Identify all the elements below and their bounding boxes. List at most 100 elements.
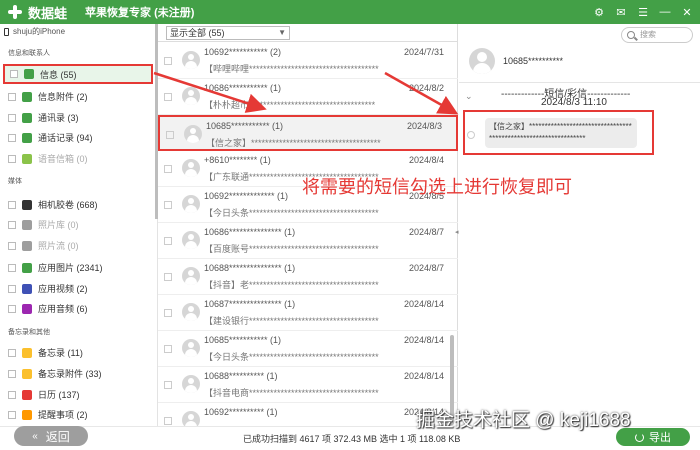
- row-checkbox[interactable]: [164, 93, 172, 101]
- category-sidebar: shuju的iPhone 信息和联系人 信息 (55) 信息附件 (2) 通讯录…: [0, 24, 158, 426]
- row-checkbox[interactable]: [164, 57, 172, 65]
- watermark: 掘金技术社区 @ keji1688: [416, 410, 631, 431]
- row-checkbox[interactable]: [164, 381, 172, 389]
- chevron-down-icon[interactable]: ⌄: [465, 91, 473, 102]
- checkbox[interactable]: [8, 348, 16, 357]
- app-logo: 数据蛙: [6, 3, 67, 22]
- category-app-audio[interactable]: 应用音频 (6): [8, 302, 88, 315]
- minimize-icon[interactable]: —: [656, 3, 674, 21]
- message-preview: 【抖音】老***********************************…: [204, 280, 379, 290]
- category-app-videos[interactable]: 应用视频 (2): [8, 282, 88, 295]
- category-notes[interactable]: 备忘录 (11): [8, 346, 83, 359]
- avatar-icon: [182, 159, 200, 177]
- checkbox[interactable]: [8, 304, 16, 313]
- message-row[interactable]: 10685*********** (1) 2024/8/14 【今日头条****…: [158, 331, 458, 367]
- menu-icon[interactable]: ☰: [634, 3, 652, 21]
- message-detail: 搜索 10685********** ⌄ -------------短信/彩信-…: [459, 24, 700, 426]
- attachment-icon: [22, 91, 32, 102]
- category-contacts[interactable]: 通讯录 (3): [8, 111, 79, 124]
- message-row-selected[interactable]: 10685*********** (1) 2024/8/3 【信之家】*****…: [158, 115, 458, 151]
- category-camera-roll[interactable]: 相机胶卷 (668): [8, 198, 98, 211]
- list-header: 显示全部 (55) ▼: [158, 24, 458, 42]
- row-checkbox[interactable]: [164, 417, 172, 425]
- avatar-icon: [182, 411, 200, 426]
- checkbox[interactable]: [8, 92, 16, 101]
- sender-number: 10687*************** (1): [204, 299, 296, 309]
- row-checkbox[interactable]: [164, 345, 172, 353]
- row-checkbox[interactable]: [164, 273, 172, 281]
- checkbox[interactable]: [8, 284, 16, 293]
- checkbox[interactable]: [8, 390, 16, 399]
- scan-status: 已成功扫描到 4617 项 372.43 MB 选中 1 项 118.08 KB: [243, 434, 461, 444]
- row-checkbox[interactable]: [164, 237, 172, 245]
- section-notes-others: 备忘录和其他: [8, 329, 50, 336]
- category-photo-stream[interactable]: 照片流 (0): [8, 239, 79, 252]
- category-reminders[interactable]: 提醒事项 (2): [8, 408, 88, 421]
- checkbox[interactable]: [8, 220, 16, 229]
- reminder-icon: [22, 409, 32, 420]
- checkbox[interactable]: [8, 410, 16, 419]
- checkbox[interactable]: [8, 263, 16, 272]
- message-row[interactable]: 10686*********** (1) 2024/8/2 【朴朴超市*****…: [158, 79, 458, 115]
- message-list: 显示全部 (55) ▼ 10692*********** (2) 2024/7/…: [158, 24, 458, 426]
- category-message-attachments[interactable]: 信息附件 (2): [8, 90, 88, 103]
- row-checkbox[interactable]: [164, 165, 172, 173]
- avatar-icon: [182, 195, 200, 213]
- search-placeholder: 搜索: [640, 30, 656, 39]
- filter-value: 显示全部 (55): [170, 28, 225, 38]
- sender-number: 10688*************** (1): [204, 263, 296, 273]
- section-media: 媒体: [8, 178, 22, 185]
- message-row[interactable]: 10692********** (1) 2024/8/14: [158, 403, 458, 426]
- category-label: 相机胶卷 (668): [38, 200, 98, 210]
- category-photo-library[interactable]: 照片库 (0): [8, 218, 79, 231]
- category-messages[interactable]: 信息 (55): [3, 64, 153, 84]
- close-icon[interactable]: ✕: [678, 3, 696, 21]
- message-row[interactable]: 10688********** (1) 2024/8/14 【抖音电商*****…: [158, 367, 458, 403]
- contacts-icon: [22, 112, 32, 123]
- collapse-panel-icon[interactable]: ◂: [455, 228, 459, 236]
- message-row[interactable]: 10688*************** (1) 2024/8/7 【抖音】老*…: [158, 259, 458, 295]
- row-checkbox[interactable]: [166, 131, 174, 139]
- message-row[interactable]: 10687*************** (1) 2024/8/14 【建设银行…: [158, 295, 458, 331]
- export-button[interactable]: 导出: [616, 428, 690, 446]
- row-checkbox[interactable]: [164, 201, 172, 209]
- category-calendar[interactable]: 日历 (137): [8, 388, 80, 401]
- checkbox[interactable]: [8, 241, 16, 250]
- contact-number: 10685**********: [503, 56, 564, 66]
- category-label: 照片库 (0): [38, 220, 79, 230]
- checkbox[interactable]: [8, 113, 16, 122]
- category-call-history[interactable]: 通话记录 (94): [8, 131, 93, 144]
- avatar-icon: [184, 125, 202, 143]
- checkbox[interactable]: [8, 369, 16, 378]
- category-voicemail[interactable]: 语音信箱 (0): [8, 152, 88, 165]
- bubble-highlight-box: [463, 110, 654, 155]
- avatar-icon: [182, 303, 200, 321]
- phone-device-icon: [4, 27, 9, 36]
- sender-number: 10686*************** (1): [204, 227, 296, 237]
- chevron-down-icon: ▼: [278, 28, 286, 37]
- message-preview: 【百度账号***********************************…: [204, 244, 379, 254]
- settings-icon[interactable]: ⚙: [590, 3, 608, 21]
- checkbox[interactable]: [8, 200, 16, 209]
- message-datetime: 2024/8/3 11:10: [541, 97, 607, 108]
- avatar-icon: [182, 87, 200, 105]
- checkbox[interactable]: [8, 133, 16, 142]
- category-app-photos[interactable]: 应用图片 (2341): [8, 261, 103, 274]
- checkbox[interactable]: [8, 154, 16, 163]
- avatar-icon: [182, 231, 200, 249]
- feedback-icon[interactable]: ✉: [612, 3, 630, 21]
- back-button[interactable]: « 返回: [14, 426, 88, 446]
- category-label: 信息附件 (2): [38, 92, 88, 102]
- row-checkbox[interactable]: [164, 309, 172, 317]
- title-bar: 数据蛙 苹果恢复专家 (未注册) ⚙ ✉ ☰ — ✕: [0, 0, 700, 24]
- message-row[interactable]: 10692*********** (2) 2024/7/31 【哔哩哔哩****…: [158, 43, 458, 79]
- category-notes-attachments[interactable]: 备忘录附件 (33): [8, 367, 102, 380]
- search-input[interactable]: 搜索: [621, 27, 693, 43]
- divider: [459, 82, 700, 83]
- checkbox[interactable]: [10, 70, 18, 78]
- filter-select[interactable]: 显示全部 (55) ▼: [166, 26, 290, 40]
- plus-logo-icon: [6, 3, 24, 21]
- message-row[interactable]: 10686*************** (1) 2024/8/7 【百度账号*…: [158, 223, 458, 259]
- export-icon: [635, 432, 644, 442]
- avatar-icon: [182, 51, 200, 69]
